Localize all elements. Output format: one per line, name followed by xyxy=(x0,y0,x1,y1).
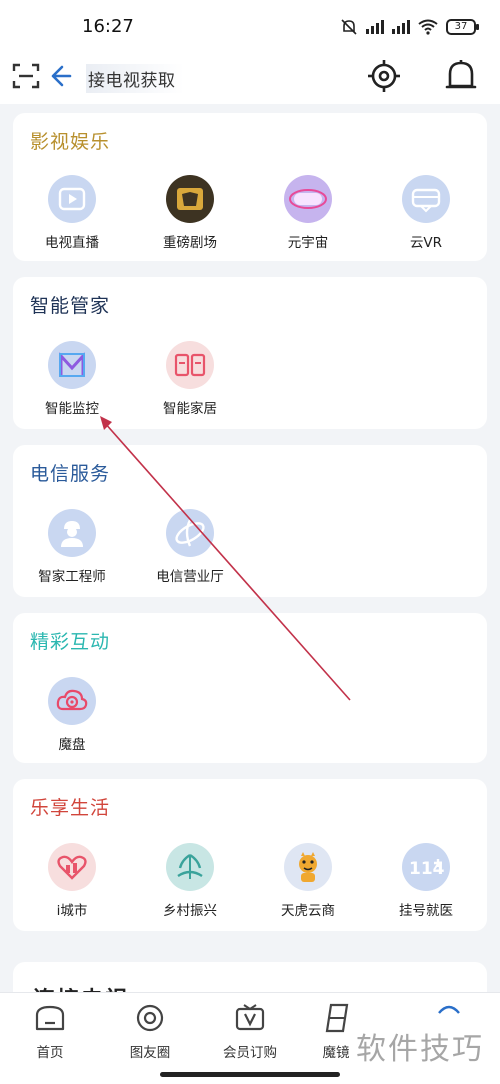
status-bar: 16:27 37 xyxy=(0,0,500,52)
section-title: 影视娱乐 xyxy=(30,131,111,153)
monitor-m-icon xyxy=(59,352,85,377)
back-arrow-icon[interactable] xyxy=(48,62,72,90)
cloud-disk-icon xyxy=(56,689,88,711)
item-label: 挂号就医 xyxy=(399,903,453,919)
tiger-icon xyxy=(299,852,317,882)
status-icons: 37 xyxy=(340,18,479,36)
nav-label: 会员订购 xyxy=(223,1045,277,1061)
status-time: 16:27 xyxy=(82,16,134,37)
section-title: 精彩互动 xyxy=(30,631,111,653)
home-icon xyxy=(35,1005,65,1031)
mute-bell-icon xyxy=(341,19,357,35)
theater-icon xyxy=(177,188,203,210)
engineer-icon xyxy=(61,521,83,547)
item-smart-home[interactable]: 智能家居 xyxy=(135,341,245,417)
item-label: 乡村振兴 xyxy=(163,903,217,919)
vr-headset-icon xyxy=(411,188,441,213)
item-cloud-vr[interactable]: 云VR xyxy=(371,175,481,251)
home-indicator xyxy=(160,1072,340,1077)
nav-circle[interactable]: 图友圈 xyxy=(110,1003,190,1061)
section-title: 乐享生活 xyxy=(30,797,111,819)
item-village[interactable]: 乡村振兴 xyxy=(135,843,245,919)
city-heart-icon xyxy=(57,855,87,880)
item-label: 电视直播 xyxy=(45,235,99,251)
wifi-icon xyxy=(418,19,438,35)
item-label: 智能家居 xyxy=(163,401,217,417)
item-metaverse[interactable]: 元宇宙 xyxy=(253,175,363,251)
item-cloud-disk[interactable]: 魔盘 xyxy=(17,677,127,753)
item-label: 电信营业厅 xyxy=(156,569,224,585)
item-theater[interactable]: 重磅剧场 xyxy=(135,175,245,251)
item-label: 重磅剧场 xyxy=(163,235,217,251)
settings-icon[interactable] xyxy=(366,58,402,94)
mirror-icon xyxy=(325,1003,349,1033)
item-hospital[interactable]: 114 挂号就医 xyxy=(371,843,481,919)
section-title: 智能管家 xyxy=(30,295,111,317)
nav-label: 首页 xyxy=(36,1045,64,1061)
village-icon xyxy=(177,853,203,879)
telecom-hall-icon xyxy=(175,519,205,547)
section-entertainment: 影视娱乐 电视直播 重磅剧场 元宇宙 云VR xyxy=(13,113,487,261)
bell-icon[interactable] xyxy=(444,58,478,96)
search-banner-text[interactable]: 接电视获取 xyxy=(86,64,184,93)
watermark-text: 软件技巧 xyxy=(356,1032,484,1067)
item-label: 元宇宙 xyxy=(287,235,329,251)
section-life: 乐享生活 i城市 乡村振兴 天虎云商 114 挂号就医 xyxy=(13,779,487,931)
section-smart-butler: 智能管家 智能监控 智能家居 xyxy=(13,277,487,429)
section-interaction: 精彩互动 魔盘 xyxy=(13,613,487,763)
item-telecom-hall[interactable]: 电信营业厅 xyxy=(135,509,245,585)
scan-icon[interactable] xyxy=(12,62,40,90)
item-engineer[interactable]: 智家工程师 xyxy=(17,509,127,585)
item-smart-monitor[interactable]: 智能监控 xyxy=(17,341,127,417)
top-bar: 接电视获取 xyxy=(0,52,500,104)
item-label: i城市 xyxy=(56,903,88,919)
item-tv-live[interactable]: 电视直播 xyxy=(17,175,127,251)
signal-icon-2 xyxy=(392,20,410,34)
battery-icon: 37 xyxy=(446,19,479,35)
item-label: 天虎云商 xyxy=(281,903,335,919)
signal-icon xyxy=(366,20,384,34)
nav-partial-icon xyxy=(438,1005,460,1014)
smart-home-icon xyxy=(174,353,206,377)
item-i-city[interactable]: i城市 xyxy=(17,843,127,919)
nav-vip[interactable]: 会员订购 xyxy=(210,1003,290,1061)
item-label: 魔盘 xyxy=(58,737,86,753)
section-title: 电信服务 xyxy=(30,463,111,485)
tv-play-icon xyxy=(58,187,86,211)
circle-icon xyxy=(136,1004,164,1032)
metaverse-icon xyxy=(289,189,327,209)
item-tiger-mall[interactable]: 天虎云商 xyxy=(253,843,363,919)
section-telecom-service: 电信服务 智家工程师 电信营业厅 xyxy=(13,445,487,597)
item-label: 云VR xyxy=(409,235,443,251)
item-label: 智家工程师 xyxy=(38,569,106,585)
item-label: 智能监控 xyxy=(45,401,99,417)
hospital-114-icon: 114 xyxy=(409,859,445,879)
nav-label: 图友圈 xyxy=(129,1045,171,1061)
nav-home[interactable]: 首页 xyxy=(10,1003,90,1061)
vip-icon xyxy=(235,1004,265,1031)
